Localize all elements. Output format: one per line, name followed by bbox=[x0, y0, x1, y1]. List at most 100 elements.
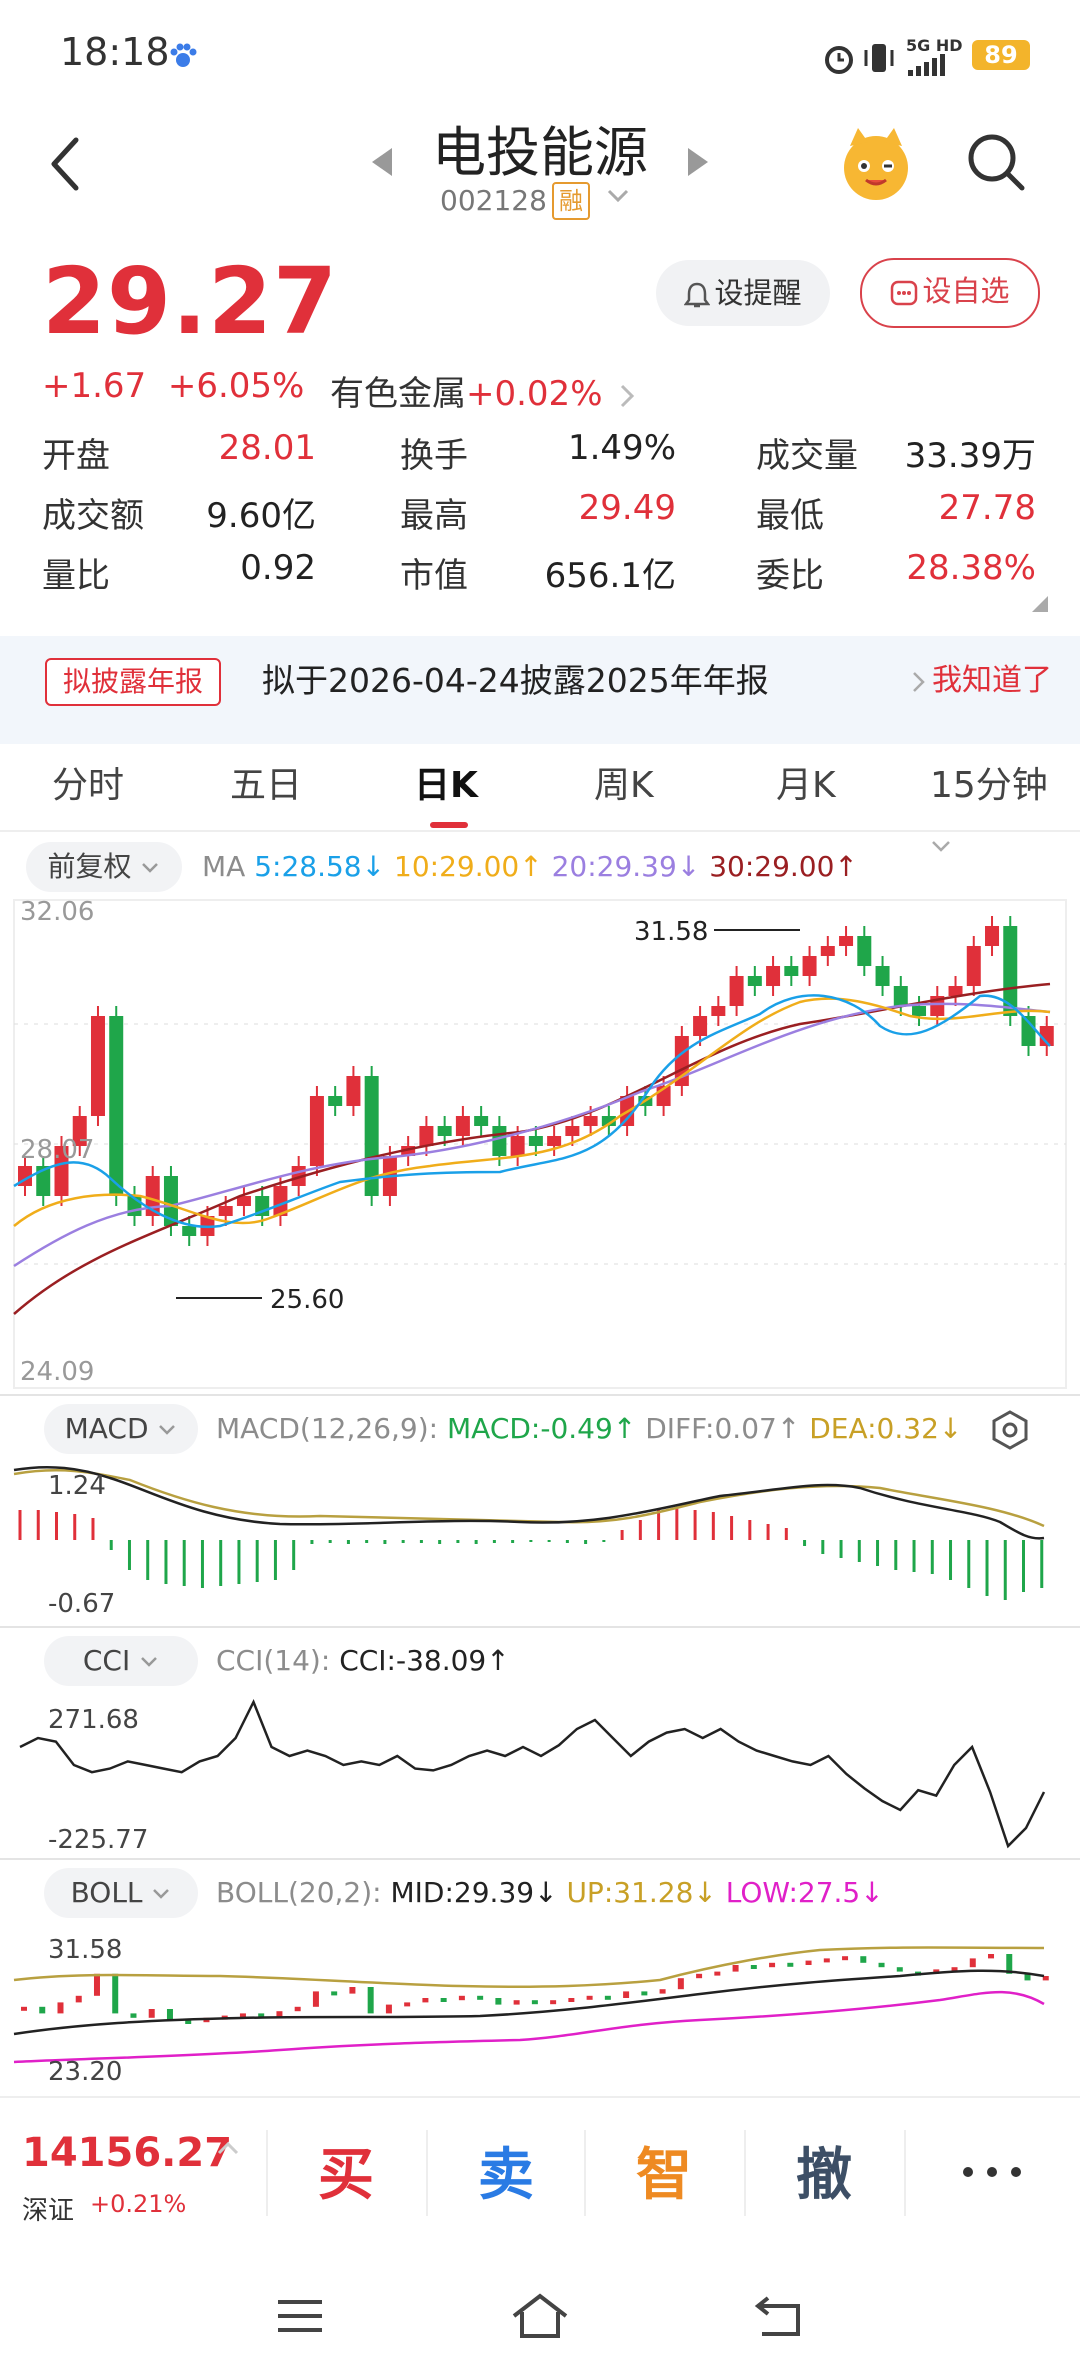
expand-corner-icon[interactable] bbox=[1030, 594, 1050, 614]
ma-label: MA bbox=[202, 850, 246, 883]
current-price: 29.27 bbox=[42, 248, 339, 355]
next-stock-icon[interactable] bbox=[686, 146, 712, 178]
settings-hexagon-icon[interactable] bbox=[988, 1408, 1032, 1452]
add-watchlist-button[interactable]: 设自选 bbox=[860, 258, 1040, 328]
candle bbox=[729, 976, 744, 1006]
candle bbox=[419, 1126, 434, 1146]
notice-dismiss-button[interactable]: 我知道了 bbox=[912, 658, 1052, 704]
boll-candle bbox=[896, 1967, 903, 1972]
macd-selector[interactable]: MACD bbox=[44, 1404, 198, 1454]
menu-icon[interactable] bbox=[276, 2296, 324, 2336]
tab-five-day[interactable]: 五日 bbox=[230, 756, 302, 816]
candle bbox=[182, 1226, 197, 1236]
candle bbox=[528, 1136, 543, 1146]
boll-candle bbox=[604, 1995, 611, 2000]
cci-chart[interactable]: 271.68 -225.77 bbox=[0, 1692, 1080, 1858]
boll-candle bbox=[477, 1995, 484, 2000]
tab-15min[interactable]: 15分钟 bbox=[930, 756, 1080, 852]
cci-line bbox=[19, 1698, 1046, 1849]
macd-selector-label: MACD bbox=[64, 1412, 149, 1445]
macd-chart[interactable]: 1.24 -0.67 bbox=[0, 1460, 1080, 1626]
margin-trading-badge: 融 bbox=[552, 182, 590, 220]
index-value[interactable]: 14156.27 bbox=[22, 2130, 232, 2176]
boll-selector[interactable]: BOLL bbox=[44, 1868, 198, 1918]
boll-candle bbox=[732, 1965, 739, 1972]
stat-value: 1.49% bbox=[567, 428, 676, 468]
candle bbox=[547, 1136, 562, 1146]
sell-button[interactable]: 卖 bbox=[478, 2130, 534, 2211]
candle bbox=[583, 1116, 598, 1126]
mascot-avatar-icon[interactable] bbox=[836, 124, 916, 204]
set-alert-button[interactable]: 设提醒 bbox=[656, 260, 830, 326]
cancel-order-button[interactable]: 撤 bbox=[796, 2130, 852, 2211]
boll-up-line bbox=[13, 1946, 1045, 1988]
boll-candle bbox=[805, 1960, 812, 1965]
active-tab-indicator bbox=[430, 822, 468, 828]
kline-candles bbox=[18, 916, 1054, 1246]
smart-trade-button[interactable]: 智 bbox=[636, 2130, 692, 2211]
boll-candle bbox=[988, 1954, 995, 1959]
candle bbox=[510, 1136, 525, 1156]
chevron-down-icon[interactable] bbox=[606, 188, 630, 204]
low-marker-label: 25.60 bbox=[270, 1285, 344, 1315]
panel-divider bbox=[0, 1394, 1080, 1396]
macd-dea: DEA:0.32↓ bbox=[809, 1412, 963, 1445]
candle bbox=[711, 1006, 726, 1016]
boll-y-top: 31.58 bbox=[48, 1935, 122, 1965]
boll-candle bbox=[21, 2006, 27, 2011]
macd-diff: DIFF:0.07↑ bbox=[645, 1412, 801, 1445]
candle bbox=[839, 936, 854, 946]
boll-candle bbox=[878, 1962, 885, 1968]
candle bbox=[784, 966, 799, 976]
chevron-up-icon[interactable] bbox=[216, 2140, 240, 2156]
macd-params: MACD(12,26,9): bbox=[216, 1412, 439, 1445]
boll-up: UP:31.28↓ bbox=[566, 1876, 717, 1909]
boll-candle bbox=[842, 1956, 849, 1961]
bottom-trade-bar bbox=[0, 2096, 1080, 2274]
back-nav-icon[interactable] bbox=[754, 2294, 804, 2338]
bell-icon bbox=[683, 282, 711, 308]
action-separator bbox=[584, 2130, 586, 2216]
alarm-icon bbox=[825, 46, 853, 74]
candle bbox=[492, 1126, 507, 1156]
candle bbox=[455, 1116, 470, 1136]
boll-candle bbox=[568, 1998, 575, 2002]
dea-line bbox=[13, 1468, 1045, 1528]
boll-chart[interactable]: 31.58 23.20 bbox=[0, 1924, 1080, 2092]
adjust-selector[interactable]: 前复权 bbox=[26, 842, 182, 892]
cci-selector[interactable]: CCI bbox=[44, 1636, 198, 1686]
price-change: +1.67 bbox=[42, 366, 147, 406]
candle bbox=[912, 1006, 927, 1016]
change-row: +1.67 +6.05% bbox=[42, 366, 304, 406]
boll-params: BOLL(20,2): bbox=[216, 1876, 382, 1909]
price-change-pct: +6.05% bbox=[167, 366, 305, 406]
boll-candle bbox=[166, 2009, 173, 2020]
tab-monthly-k[interactable]: 月K bbox=[776, 756, 836, 816]
notice-text[interactable]: 拟于2026-04-24披露2025年年报 bbox=[262, 658, 769, 704]
tab-intraday[interactable]: 分时 bbox=[52, 756, 124, 816]
cci-y-top: 271.68 bbox=[48, 1705, 139, 1735]
ma30-value: 30:29.00↑ bbox=[709, 850, 858, 883]
stat-value: 29.49 bbox=[578, 488, 676, 528]
candle bbox=[109, 1016, 124, 1196]
boll-selector-label: BOLL bbox=[70, 1876, 143, 1909]
boll-candle bbox=[349, 1987, 356, 1994]
tab-daily-k[interactable]: 日K bbox=[414, 756, 478, 816]
search-icon[interactable] bbox=[964, 130, 1028, 194]
boll-candle bbox=[677, 1978, 684, 1990]
more-icon[interactable] bbox=[960, 2164, 1024, 2180]
add-watchlist-label: 设自选 bbox=[922, 274, 1010, 308]
sector-link[interactable]: 有色金属+0.02% bbox=[330, 366, 635, 415]
boll-candle bbox=[531, 2000, 538, 2005]
tab-weekly-k[interactable]: 周K bbox=[594, 756, 654, 816]
buy-button[interactable]: 买 bbox=[318, 2130, 374, 2211]
stat-label: 换手 bbox=[400, 436, 468, 476]
stat-value: 28.01 bbox=[218, 428, 316, 468]
candle bbox=[90, 1016, 105, 1116]
kline-chart[interactable]: 32.06 28.07 24.09 31.58 25.60 bbox=[0, 896, 1080, 1392]
notice-badge: 拟披露年报 bbox=[45, 658, 222, 706]
ma10-value: 10:29.00↑ bbox=[394, 850, 543, 883]
boll-candle bbox=[367, 1987, 374, 2014]
candle bbox=[437, 1126, 452, 1136]
home-icon[interactable] bbox=[510, 2292, 570, 2340]
